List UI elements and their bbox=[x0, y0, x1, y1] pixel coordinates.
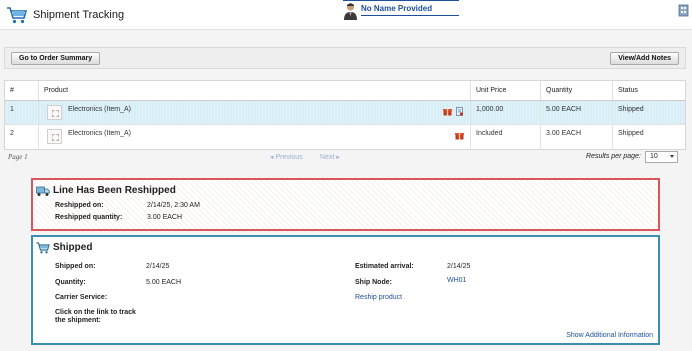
column-header-unit-price[interactable]: Unit Price bbox=[471, 81, 541, 100]
previous-page-link[interactable]: ◂ Previous bbox=[270, 153, 303, 161]
gift-box-icon[interactable] bbox=[443, 107, 453, 116]
shipped-panel: Shipped Shipped on: 2/14/25 Quantity: 5.… bbox=[31, 235, 660, 345]
carrier-service-label: Carrier Service: bbox=[55, 294, 108, 301]
table-row[interactable]: 2 Electronics (Item_A) Included 3.00 EAC… bbox=[5, 125, 685, 149]
column-header-quantity[interactable]: Quantity bbox=[541, 81, 613, 100]
view-add-notes-button[interactable]: View/Add Notes bbox=[610, 52, 679, 65]
truck-icon bbox=[36, 186, 50, 196]
column-header-product[interactable]: Product bbox=[39, 81, 471, 100]
app-header: Shipment Tracking No Name Provided bbox=[0, 0, 692, 30]
reshipped-quantity-value: 3.00 EACH bbox=[147, 214, 183, 221]
product-image-placeholder[interactable] bbox=[47, 129, 62, 144]
quantity: 3.00 EACH bbox=[541, 125, 613, 149]
product-cell: Electronics (Item_A) bbox=[39, 125, 471, 149]
user-info[interactable]: No Name Provided bbox=[343, 2, 459, 22]
ship-node-link[interactable]: WH01 bbox=[447, 277, 466, 284]
user-name-underline bbox=[361, 15, 459, 16]
row-number: 1 bbox=[5, 101, 39, 124]
product-name[interactable]: Electronics (Item_A) bbox=[68, 130, 131, 137]
go-to-order-summary-button[interactable]: Go to Order Summary bbox=[11, 52, 101, 65]
cart-icon bbox=[36, 242, 50, 254]
product-image-placeholder[interactable] bbox=[47, 105, 62, 120]
pagination-bar: Page 1 ◂ Previous Next ▸ Results per pag… bbox=[4, 151, 686, 165]
previous-label: Previous bbox=[275, 154, 303, 161]
quantity-label: Quantity: bbox=[55, 279, 86, 286]
estimated-arrival-value: 2/14/25 bbox=[447, 263, 471, 270]
estimated-arrival-label: Estimated arrival: bbox=[355, 263, 414, 270]
results-per-page-value: 10 bbox=[650, 153, 658, 160]
user-name-link[interactable]: No Name Provided bbox=[361, 4, 432, 13]
chevron-down-icon bbox=[670, 155, 674, 158]
shipped-on-label: Shipped on: bbox=[55, 263, 96, 270]
product-cell: Electronics (Item_A) bbox=[39, 101, 471, 124]
page-title: Shipment Tracking bbox=[33, 9, 125, 21]
row-action-icons bbox=[442, 107, 464, 117]
shipped-on-value: 2/14/25 bbox=[146, 263, 170, 270]
page-indicator: Page 1 bbox=[8, 153, 28, 161]
track-shipment-label: Click on the link to track the shipment: bbox=[55, 309, 136, 324]
order-lines-table: # Product Unit Price Quantity Status 1 E… bbox=[4, 80, 686, 150]
reshipped-on-value: 2/14/25, 2:30 AM bbox=[147, 202, 200, 209]
table-header-row: # Product Unit Price Quantity Status bbox=[5, 81, 685, 101]
next-page-link[interactable]: Next ▸ bbox=[320, 153, 340, 161]
status: Shipped bbox=[618, 106, 644, 113]
status: Shipped bbox=[618, 130, 644, 137]
reship-product-link[interactable]: Reship product bbox=[355, 294, 402, 301]
action-toolbar: Go to Order Summary View/Add Notes bbox=[4, 47, 686, 69]
show-additional-information-link[interactable]: Show Additional Information bbox=[566, 332, 653, 339]
ship-node-label: Ship Node: bbox=[355, 279, 392, 286]
header-accent-line bbox=[343, 0, 459, 1]
shopping-cart-icon bbox=[7, 7, 28, 24]
unit-price: 1,000.00 bbox=[471, 101, 541, 124]
row-number: 2 bbox=[5, 125, 39, 149]
quantity-value: 5.00 EACH bbox=[146, 279, 182, 286]
shipped-title: Shipped bbox=[53, 242, 93, 253]
table-row[interactable]: 1 Electronics (Item_A) 1,000.00 5.00 EAC… bbox=[5, 101, 685, 125]
reshipped-quantity-label: Reshipped quantity: bbox=[55, 214, 123, 221]
reshipped-title: Line Has Been Reshipped bbox=[53, 185, 176, 196]
column-header-status[interactable]: Status bbox=[613, 81, 687, 100]
gift-box-icon[interactable] bbox=[455, 131, 464, 140]
results-per-page-select[interactable]: 10 bbox=[645, 151, 678, 163]
results-per-page-label: Results per page: bbox=[586, 153, 641, 160]
product-name[interactable]: Electronics (Item_A) bbox=[68, 106, 131, 113]
quantity: 5.00 EACH bbox=[541, 101, 613, 124]
column-header-number[interactable]: # bbox=[5, 81, 39, 100]
next-label: Next bbox=[320, 154, 335, 161]
user-avatar-icon bbox=[344, 3, 357, 20]
row-action-icons bbox=[454, 131, 464, 141]
chevron-right-icon: ▸ bbox=[334, 154, 340, 161]
unit-price: Included bbox=[471, 125, 541, 149]
document-icon[interactable] bbox=[455, 107, 464, 116]
building-icon[interactable] bbox=[677, 2, 692, 17]
reshipped-panel: Line Has Been Reshipped Reshipped on: 2/… bbox=[31, 178, 660, 231]
reshipped-on-label: Reshipped on: bbox=[55, 202, 104, 209]
